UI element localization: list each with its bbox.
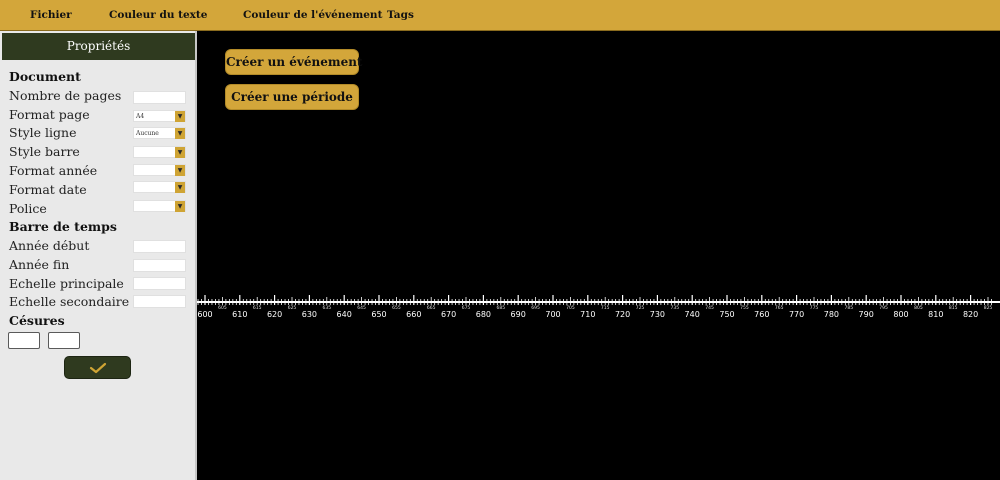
cesure-input-1[interactable] — [8, 332, 40, 349]
minor-tick-label: 725 — [635, 306, 645, 311]
major-tick-label: 630 — [301, 310, 318, 319]
menu-text-color[interactable]: Couleur du texte — [109, 9, 207, 21]
minor-tick-label: 615 — [252, 306, 262, 311]
secondary-scale-label: Echelle secondaire — [9, 294, 130, 309]
secondary-scale-input[interactable] — [133, 295, 186, 308]
year-format-select[interactable]: ▼ — [133, 164, 186, 176]
properties-panel: Propriétés Document Nombre de pages Form… — [0, 31, 197, 480]
cesures-heading: Césures — [9, 313, 65, 328]
minor-tick-label: 735 — [670, 306, 680, 311]
minor-tick-label: 625 — [287, 306, 297, 311]
date-format-label: Format date — [9, 182, 87, 197]
chevron-down-icon: ▼ — [175, 201, 185, 212]
start-year-label: Année début — [9, 238, 90, 253]
minor-tick-label: 775 — [809, 306, 819, 311]
confirm-button[interactable] — [64, 356, 131, 379]
minor-tick-label: 685 — [496, 306, 506, 311]
minor-tick-label: 785 — [844, 306, 854, 311]
major-tick-label: 680 — [475, 310, 492, 319]
minor-tick-label: 655 — [392, 306, 401, 311]
check-icon — [89, 362, 106, 374]
menu-tags[interactable]: Tags — [387, 9, 414, 21]
major-tick-label: 800 — [893, 310, 909, 319]
pages-label: Nombre de pages — [9, 88, 122, 103]
end-year-input[interactable] — [133, 259, 186, 272]
chevron-down-icon: ▼ — [175, 111, 185, 122]
pages-input[interactable] — [133, 91, 186, 104]
major-tick-label: 650 — [371, 310, 387, 319]
major-tick-label: 700 — [545, 310, 561, 319]
major-tick-label: 610 — [232, 310, 248, 319]
major-tick-label: 810 — [928, 310, 944, 319]
minor-tick-label: 805 — [914, 306, 923, 311]
main-scale-input[interactable] — [133, 277, 186, 290]
page-format-select[interactable]: A4 ▼ — [133, 110, 186, 122]
major-tick-label: 710 — [580, 310, 596, 319]
menu-bar: Fichier Couleur du texte Couleur de l'év… — [0, 0, 1000, 31]
document-heading: Document — [9, 69, 81, 84]
major-tick-label: 750 — [719, 310, 735, 319]
minor-tick-label: 795 — [879, 306, 888, 311]
line-style-value: Aucune — [136, 130, 159, 137]
font-label: Police — [9, 201, 47, 216]
minor-tick-label: 645 — [357, 306, 366, 311]
minor-tick-label: 745 — [705, 306, 714, 311]
chevron-down-icon: ▼ — [175, 128, 185, 139]
major-tick-label: 660 — [406, 310, 422, 319]
major-tick-label: 640 — [336, 310, 352, 319]
timeline-ruler[interactable]: 600 605 610 615 620 625 630 635 640 645 650 655 660 6… — [197, 292, 1000, 322]
timebar-heading: Barre de temps — [9, 219, 117, 234]
minor-tick-label: 665 — [426, 306, 436, 311]
chevron-down-icon: ▼ — [175, 165, 185, 176]
minor-tick-label: 675 — [461, 306, 471, 311]
line-style-label: Style ligne — [9, 125, 77, 140]
create-period-button[interactable]: Créer une période — [225, 84, 359, 110]
minor-tick-label: 765 — [774, 306, 784, 311]
major-tick-label: 730 — [649, 310, 666, 319]
minor-tick-label: 695 — [531, 306, 540, 311]
end-year-label: Année fin — [9, 257, 70, 272]
font-select[interactable]: ▼ — [133, 200, 186, 212]
bar-style-label: Style barre — [9, 144, 80, 159]
chevron-down-icon: ▼ — [175, 147, 185, 158]
major-tick-label: 770 — [788, 310, 805, 319]
major-tick-label: 780 — [823, 310, 840, 319]
minor-tick-label: 715 — [600, 306, 610, 311]
major-tick-label: 820 — [962, 310, 979, 319]
page-format-label: Format page — [9, 107, 90, 122]
major-tick-label: 720 — [614, 310, 631, 319]
minor-tick-label: 755 — [740, 306, 749, 311]
major-tick-label: 740 — [684, 310, 700, 319]
chevron-down-icon: ▼ — [175, 182, 185, 193]
major-tick-label: 690 — [510, 310, 526, 319]
cesure-input-2[interactable] — [48, 332, 80, 349]
major-tick-label: 620 — [266, 310, 283, 319]
main-scale-label: Echelle principale — [9, 276, 124, 291]
minor-tick-label: 815 — [948, 306, 958, 311]
minor-tick-label: 705 — [566, 306, 575, 311]
major-tick-label: 760 — [754, 310, 770, 319]
year-format-label: Format année — [9, 163, 98, 178]
line-style-select[interactable]: Aucune ▼ — [133, 127, 186, 139]
bar-style-select[interactable]: ▼ — [133, 146, 186, 158]
date-format-select[interactable]: ▼ — [133, 181, 186, 193]
minor-tick-label: 605 — [218, 306, 227, 311]
major-tick-label: 670 — [440, 310, 457, 319]
page-format-value: A4 — [136, 113, 145, 120]
major-tick-label: 600 — [197, 310, 213, 319]
menu-file[interactable]: Fichier — [30, 9, 72, 21]
create-event-button[interactable]: Créer un événement — [225, 49, 362, 75]
minor-tick-label: 635 — [322, 306, 332, 311]
major-tick-label: 790 — [858, 310, 874, 319]
menu-event-color[interactable]: Couleur de l'événement — [243, 9, 382, 21]
minor-tick-label: 825 — [983, 306, 993, 311]
panel-title: Propriétés — [2, 33, 195, 60]
start-year-input[interactable] — [133, 240, 186, 253]
